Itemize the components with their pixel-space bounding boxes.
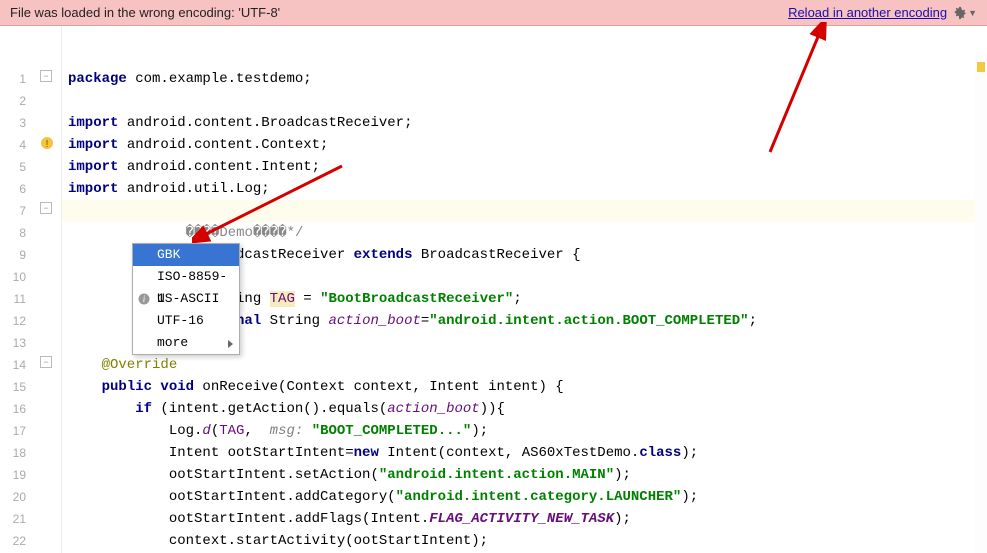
line-number: 20: [0, 486, 36, 508]
submenu-arrow-icon: [228, 340, 233, 348]
code-editor[interactable]: 1 2 3 4 5 6 7 8 9 10 11 12 13 14 15 16 1…: [0, 26, 987, 553]
svg-text:!: !: [46, 139, 49, 150]
code-line: if (intent.getAction().equals(action_boo…: [62, 398, 987, 420]
encoding-option-more[interactable]: more: [133, 332, 239, 354]
code-line: import android.content.BroadcastReceiver…: [62, 112, 987, 134]
code-line: import android.content.Context;: [62, 134, 987, 156]
code-line: ootStartIntent.addCategory("android.inte…: [62, 486, 987, 508]
code-line: Log.d(TAG, msg: "BOOT_COMPLETED...");: [62, 420, 987, 442]
code-line: @Override: [62, 354, 987, 376]
code-line: [62, 200, 987, 222]
line-number: 13: [0, 332, 36, 354]
line-number: 3: [0, 112, 36, 134]
line-number: 1: [0, 68, 36, 90]
code-line: public void onReceive(Context context, I…: [62, 376, 987, 398]
encoding-option-usascii[interactable]: i US-ASCII: [133, 288, 239, 310]
line-number: 14: [0, 354, 36, 376]
encoding-warning-banner: File was loaded in the wrong encoding: '…: [0, 0, 987, 26]
code-line: ootStartIntent.setAction("android.intent…: [62, 464, 987, 486]
fold-toggle-icon[interactable]: −: [40, 70, 52, 82]
line-number: 9: [0, 244, 36, 266]
fold-toggle-icon[interactable]: −: [40, 356, 52, 368]
line-number: 8: [0, 222, 36, 244]
line-number: 4: [0, 134, 36, 156]
line-number: 2: [0, 90, 36, 112]
code-area[interactable]: package com.example.testdemo; import and…: [62, 26, 987, 553]
dropdown-caret-icon[interactable]: ▼: [968, 8, 977, 18]
line-number: 21: [0, 508, 36, 530]
fold-gutter: − ! − −: [36, 26, 62, 553]
banner-message: File was loaded in the wrong encoding: '…: [10, 5, 788, 20]
line-number: 11: [0, 288, 36, 310]
line-number: 18: [0, 442, 36, 464]
code-line: import android.content.Intent;: [62, 156, 987, 178]
code-line: ootStartIntent.addFlags(Intent.FLAG_ACTI…: [62, 508, 987, 530]
line-number: 19: [0, 464, 36, 486]
code-line: ����Demo����*/: [62, 222, 987, 244]
line-number: 12: [0, 310, 36, 332]
code-line: package com.example.testdemo;: [62, 68, 987, 90]
encoding-option-gbk[interactable]: GBK: [133, 244, 239, 266]
line-number: 5: [0, 156, 36, 178]
info-icon: i: [138, 293, 150, 305]
gear-icon[interactable]: [953, 5, 967, 21]
line-number-gutter: 1 2 3 4 5 6 7 8 9 10 11 12 13 14 15 16 1…: [0, 26, 36, 553]
code-line: import android.util.Log;: [62, 178, 987, 200]
line-number: 6: [0, 178, 36, 200]
code-line: [62, 90, 987, 112]
code-line: context.startActivity(ootStartIntent);: [62, 530, 987, 552]
line-number: 7: [0, 200, 36, 222]
warning-marker-icon[interactable]: [977, 62, 985, 72]
code-line: Intent ootStartIntent=new Intent(context…: [62, 442, 987, 464]
error-stripe[interactable]: [975, 52, 987, 553]
encoding-dropdown: GBK ISO-8859-1 i US-ASCII UTF-16 more: [132, 243, 240, 355]
line-number: 17: [0, 420, 36, 442]
inspection-bulb-icon[interactable]: !: [40, 136, 52, 148]
fold-toggle-icon[interactable]: −: [40, 202, 52, 214]
line-number: 10: [0, 266, 36, 288]
encoding-option-utf16[interactable]: UTF-16: [133, 310, 239, 332]
reload-encoding-link[interactable]: Reload in another encoding: [788, 5, 947, 20]
line-number: 16: [0, 398, 36, 420]
line-number: 22: [0, 530, 36, 552]
line-number: 15: [0, 376, 36, 398]
encoding-option-iso8859[interactable]: ISO-8859-1: [133, 266, 239, 288]
